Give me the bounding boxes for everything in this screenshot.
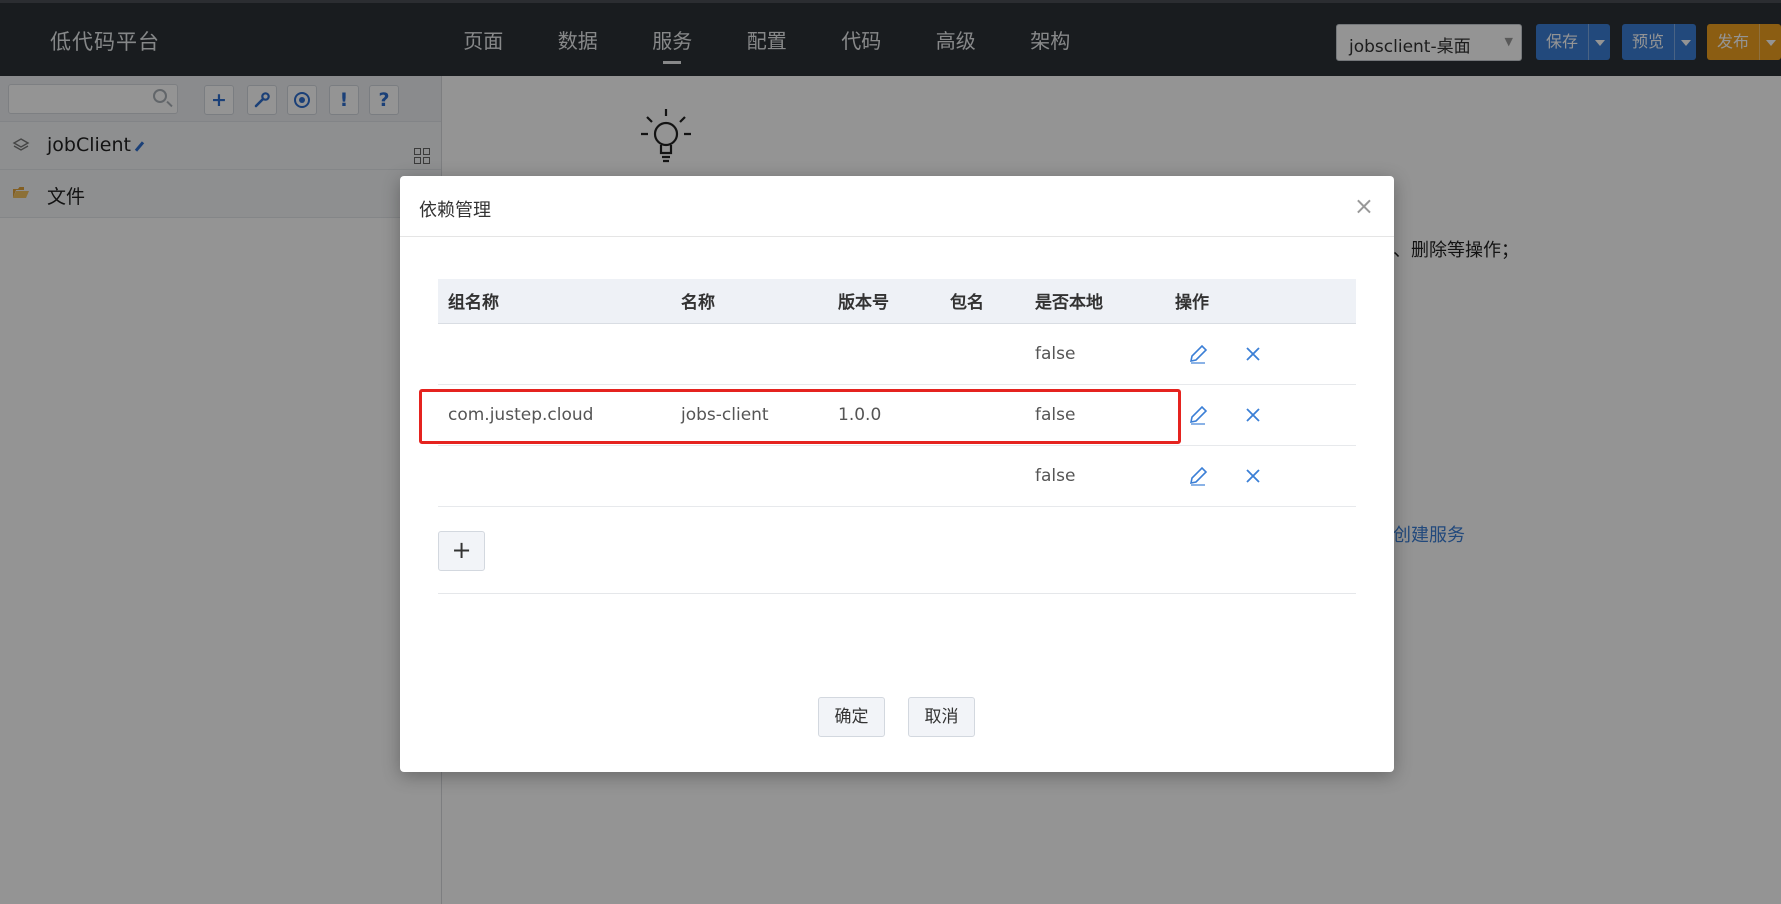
table-row: false (438, 323, 1356, 385)
column-header-group: 组名称 (438, 279, 671, 324)
column-header-package: 包名 (940, 279, 1025, 324)
cell-local: false (1025, 384, 1165, 446)
column-header-name: 名称 (671, 279, 828, 324)
dependency-table: 组名称 名称 版本号 包名 是否本地 操作 false com.justep.c… (438, 279, 1356, 507)
delete-icon[interactable] (1244, 406, 1262, 424)
edit-icon[interactable] (1187, 343, 1209, 365)
table-row: com.justep.cloud jobs-client 1.0.0 false (438, 384, 1356, 446)
delete-icon[interactable] (1244, 467, 1262, 485)
cell-group (438, 445, 671, 507)
cell-name (671, 323, 828, 385)
delete-icon[interactable] (1244, 345, 1262, 363)
add-dependency-button[interactable]: + (438, 531, 485, 571)
cell-group: com.justep.cloud (438, 384, 671, 446)
modal-header: 依赖管理 × (400, 176, 1394, 237)
cell-actions (1165, 323, 1356, 385)
cell-name (671, 445, 828, 507)
column-header-version: 版本号 (828, 279, 940, 324)
divider (438, 593, 1356, 594)
cell-version (828, 323, 940, 385)
cell-actions (1165, 445, 1356, 507)
cell-actions (1165, 384, 1356, 446)
column-header-local: 是否本地 (1025, 279, 1165, 324)
edit-icon[interactable] (1187, 465, 1209, 487)
confirm-button[interactable]: 确定 (818, 697, 885, 737)
cell-version (828, 445, 940, 507)
cell-package (940, 323, 1025, 385)
cancel-button[interactable]: 取消 (908, 697, 975, 737)
cell-version: 1.0.0 (828, 384, 940, 446)
table-header-row: 组名称 名称 版本号 包名 是否本地 操作 (438, 279, 1356, 324)
cell-name: jobs-client (671, 384, 828, 446)
cell-local: false (1025, 445, 1165, 507)
column-header-actions: 操作 (1165, 279, 1356, 324)
cell-package (940, 384, 1025, 446)
edit-icon[interactable] (1187, 404, 1209, 426)
table-row: false (438, 445, 1356, 507)
dependency-modal: 依赖管理 × 组名称 名称 版本号 包名 是否本地 操作 false com.j… (400, 176, 1394, 772)
cell-package (940, 445, 1025, 507)
close-icon[interactable]: × (1354, 192, 1374, 220)
modal-title: 依赖管理 (419, 200, 491, 221)
cell-group (438, 323, 671, 385)
cell-local: false (1025, 323, 1165, 385)
